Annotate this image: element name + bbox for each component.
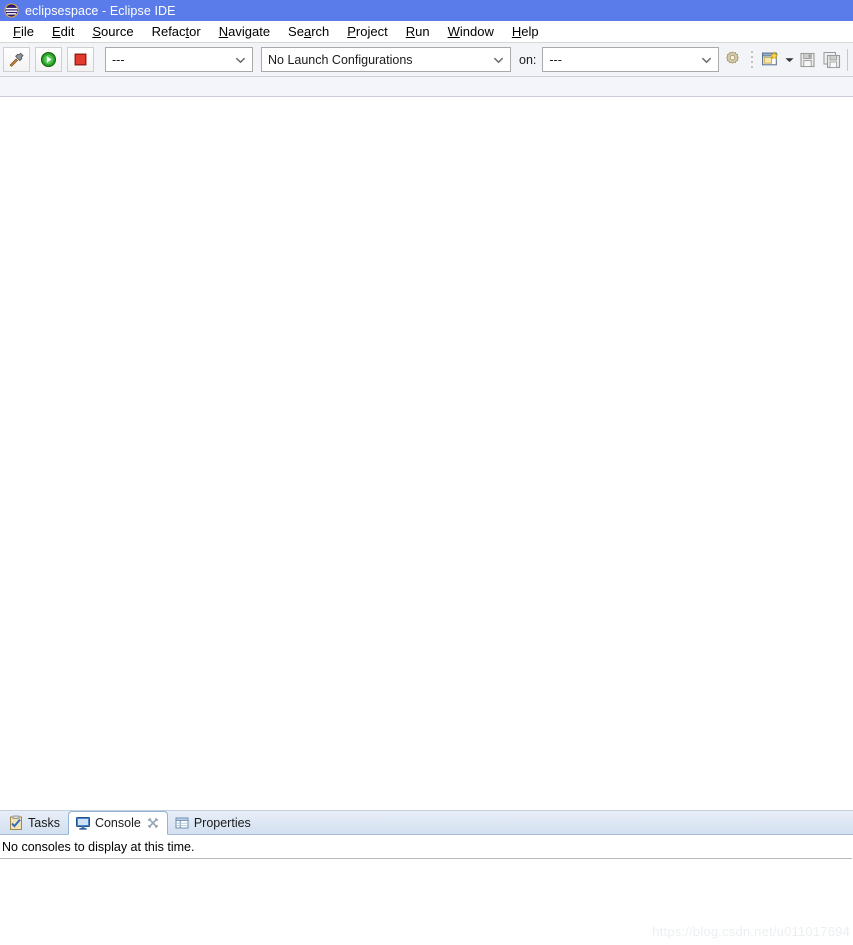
chevron-down-icon xyxy=(488,56,508,64)
save-all-icon xyxy=(823,51,841,68)
title-bar: eclipsespace - Eclipse IDE xyxy=(0,0,853,21)
chevron-down-icon xyxy=(230,56,250,64)
save-icon xyxy=(800,52,815,67)
stop-button[interactable] xyxy=(67,47,94,72)
tab-properties[interactable]: Properties xyxy=(168,811,259,834)
console-empty-message: No consoles to display at this time. xyxy=(0,835,852,859)
console-view-body[interactable]: No consoles to display at this time. htt… xyxy=(0,835,853,945)
build-button[interactable] xyxy=(3,47,30,72)
main-toolbar: --- No Launch Configurations on: --- xyxy=(0,43,853,77)
launch-config-combo[interactable]: No Launch Configurations xyxy=(261,47,511,72)
menu-item-project[interactable]: Project xyxy=(338,23,396,41)
menu-item-refactor[interactable]: Refactor xyxy=(143,23,210,41)
menu-label-navigate-rest: avigate xyxy=(228,23,271,39)
tab-console-label: Console xyxy=(94,816,141,830)
eclipse-icon xyxy=(4,3,19,18)
menu-item-navigate[interactable]: Navigate xyxy=(210,23,279,41)
menu-item-window[interactable]: Window xyxy=(439,23,503,41)
menu-label-project-rest: roject xyxy=(355,23,388,39)
settings-button[interactable] xyxy=(720,47,744,73)
new-file-icon xyxy=(761,51,779,66)
menu-label-help-rest: elp xyxy=(521,23,539,39)
watermark-text: https://blog.csdn.net/u011017694 xyxy=(652,924,850,939)
menu-label-refactor-a: Refac xyxy=(151,23,186,39)
toolbar-separator xyxy=(847,48,849,71)
menu-label-source-rest: ource xyxy=(101,23,134,39)
eclipse-ide-window: eclipsespace - Eclipse IDE File Edit Sou… xyxy=(0,0,853,945)
run-play-icon xyxy=(40,51,57,68)
target-combo[interactable]: --- xyxy=(105,47,253,72)
target-combo-value: --- xyxy=(112,52,125,67)
menu-item-run[interactable]: Run xyxy=(397,23,439,41)
run-button[interactable] xyxy=(35,47,62,72)
menu-label-window-rest: indow xyxy=(459,23,494,39)
menu-label-run-rest: un xyxy=(415,23,430,39)
window-title: eclipsespace - Eclipse IDE xyxy=(25,3,176,18)
on-label: on: xyxy=(519,52,537,67)
menu-bar: File Edit Source Refactor Navigate Searc… xyxy=(0,21,853,43)
new-dropdown-button[interactable] xyxy=(782,47,796,73)
tab-console[interactable]: Console xyxy=(67,811,168,835)
on-combo-value: --- xyxy=(549,52,562,67)
close-icon[interactable] xyxy=(147,817,159,829)
menu-label-search-b: rch xyxy=(311,23,330,39)
menu-item-file[interactable]: File xyxy=(4,23,43,41)
bottom-view-stack: Tasks Console Properties No consoles to … xyxy=(0,810,853,945)
menu-label-refactor-b: or xyxy=(189,23,201,39)
stop-square-icon xyxy=(74,53,87,66)
toolbar-grip[interactable] xyxy=(748,49,755,71)
menu-item-source[interactable]: Source xyxy=(83,23,142,41)
tab-tasks-label: Tasks xyxy=(28,815,60,830)
tab-tasks[interactable]: Tasks xyxy=(2,811,68,834)
save-button xyxy=(796,47,820,73)
menu-item-search[interactable]: Search xyxy=(279,23,338,41)
menu-label-edit-rest: dit xyxy=(60,23,75,39)
launch-config-combo-value: No Launch Configurations xyxy=(268,52,413,67)
menu-label-file-rest: ile xyxy=(20,23,34,39)
menu-item-edit[interactable]: Edit xyxy=(43,23,83,41)
menu-label-search-a: Se xyxy=(288,23,304,39)
new-button[interactable] xyxy=(758,47,782,73)
gear-icon xyxy=(725,51,739,64)
tab-properties-label: Properties xyxy=(193,815,251,830)
save-all-button xyxy=(820,47,844,73)
on-combo[interactable]: --- xyxy=(542,47,720,72)
hammer-icon xyxy=(9,52,24,67)
chevron-down-small-icon xyxy=(785,57,794,62)
perspective-bar xyxy=(0,77,853,97)
properties-icon xyxy=(175,817,189,828)
chevron-down-icon xyxy=(696,56,716,64)
view-tab-bar: Tasks Console Properties xyxy=(0,810,853,835)
editor-area[interactable] xyxy=(0,98,853,810)
console-icon xyxy=(75,817,90,830)
tasks-icon xyxy=(10,815,22,830)
menu-item-help[interactable]: Help xyxy=(503,23,548,41)
